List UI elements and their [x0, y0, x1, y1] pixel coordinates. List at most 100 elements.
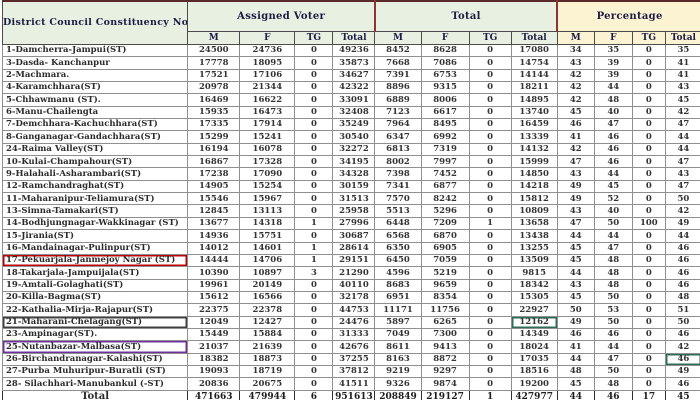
cell-pct-f: 44 [594, 82, 632, 94]
cell-tot-f: 7319 [421, 143, 469, 155]
constituency-name: 6-Manu-Chailengta [3, 106, 188, 118]
cell-av-total: 30687 [333, 230, 375, 242]
cell-av-m: 15299 [188, 131, 240, 143]
constituency-name: 26-Birchandranagar-Kalashi(ST) [3, 353, 188, 365]
total-cell-pct-m: 44 [557, 390, 594, 400]
cell-av-total: 44753 [333, 304, 375, 316]
table-row: 1-Damcherra-Jampui(ST)245002473604923684… [3, 45, 700, 57]
constituency-name: 17-Pekuarjala-Janmejoy Nagar (ST) [3, 254, 188, 266]
cell-av-total: 42676 [333, 341, 375, 353]
table-row: 6-Manu-Chailengta15935164730324087123661… [3, 106, 700, 118]
cell-pct-m: 43 [557, 57, 594, 69]
cell-av-m: 17238 [188, 168, 240, 180]
cell-pct-f: 35 [594, 45, 632, 57]
constituency-name: 4-Karamchhara(ST) [3, 82, 188, 94]
cell-tot-total: 15812 [511, 193, 557, 205]
table-row: 3-Dasda- Kanchanpur177781809503587376687… [3, 57, 700, 69]
cell-av-total: 37255 [333, 353, 375, 365]
group-header-row: District Council Constituency No. & Name… [3, 1, 700, 32]
cell-av-f: 16078 [240, 143, 295, 155]
table-row: 12-Ramchandraghat(ST)1490515254030159734… [3, 180, 700, 192]
cell-tot-f: 8628 [421, 45, 469, 57]
cell-av-m: 14905 [188, 180, 240, 192]
voter-statistics-page: District Council Constituency No. & Name… [0, 0, 700, 400]
cell-pct-m: 48 [557, 365, 594, 377]
table-row: 7-Demchhara-Kachuchhara(ST)1733517914035… [3, 119, 700, 131]
cell-pct-m: 45 [557, 242, 594, 254]
cell-tot-tg: 0 [469, 291, 511, 303]
column-header-constituency: District Council Constituency No. & Name [3, 1, 188, 45]
cell-tot-total: 10809 [511, 205, 557, 217]
cell-tot-tg: 0 [469, 378, 511, 390]
constituency-name: 9-Halahali-Asharambari(ST) [3, 168, 188, 180]
cell-av-f: 15241 [240, 131, 295, 143]
cell-av-tg: 0 [295, 168, 333, 180]
cell-tot-tg: 0 [469, 143, 511, 155]
constituency-name: 23-Ampinagar(ST). [3, 328, 188, 340]
cell-av-m: 15546 [188, 193, 240, 205]
cell-tot-f: 8872 [421, 353, 469, 365]
cell-av-tg: 1 [295, 254, 333, 266]
table-row: 28- Silachhari-Manubankul (-ST)208362067… [3, 378, 700, 390]
cell-pct-f: 52 [594, 193, 632, 205]
subheader-av-tg: TG [295, 32, 333, 45]
constituency-name: 11-Maharanipur-Teliamura(ST) [3, 193, 188, 205]
cell-av-m: 12845 [188, 205, 240, 217]
cell-pct-tg: 0 [632, 242, 665, 254]
cell-tot-tg: 0 [469, 106, 511, 118]
cell-tot-tg: 0 [469, 82, 511, 94]
cell-pct-total: 45 [665, 94, 700, 106]
cell-pct-tg: 0 [632, 82, 665, 94]
constituency-name: 5-Chhawmanu (ST). [3, 94, 188, 106]
cell-tot-f: 6905 [421, 242, 469, 254]
cell-av-total: 32178 [333, 291, 375, 303]
cell-av-m: 15935 [188, 106, 240, 118]
cell-tot-total: 14850 [511, 168, 557, 180]
cell-av-f: 20675 [240, 378, 295, 390]
cell-pct-f: 46 [594, 143, 632, 155]
cell-pct-total: 49 [665, 365, 700, 377]
cell-pct-total: 50 [665, 193, 700, 205]
cell-tot-f: 11756 [421, 304, 469, 316]
cell-pct-tg: 0 [632, 341, 665, 353]
cell-pct-total: 42 [665, 341, 700, 353]
cell-pct-tg: 0 [632, 365, 665, 377]
cell-av-total: 30540 [333, 131, 375, 143]
cell-av-tg: 0 [295, 106, 333, 118]
cell-pct-tg: 0 [632, 328, 665, 340]
cell-pct-m: 45 [557, 106, 594, 118]
cell-av-m: 14936 [188, 230, 240, 242]
cell-av-m: 22375 [188, 304, 240, 316]
cell-av-f: 10897 [240, 267, 295, 279]
cell-tot-tg: 0 [469, 119, 511, 131]
cell-tot-f: 9413 [421, 341, 469, 353]
cell-tot-f: 6992 [421, 131, 469, 143]
cell-pct-f: 48 [594, 94, 632, 106]
cell-pct-tg: 0 [632, 156, 665, 168]
cell-tot-f: 5219 [421, 267, 469, 279]
cell-av-f: 16473 [240, 106, 295, 118]
table-row: 10-Kulai-Champahour(ST)16867173280341958… [3, 156, 700, 168]
cell-tot-m: 7341 [375, 180, 421, 192]
cell-pct-f: 48 [594, 254, 632, 266]
cell-tot-tg: 0 [469, 94, 511, 106]
cell-av-m: 21037 [188, 341, 240, 353]
cell-av-tg: 0 [295, 205, 333, 217]
table-row: 20-Killa-Bagma(ST)1561216566032178695183… [3, 291, 700, 303]
cell-pct-total: 44 [665, 230, 700, 242]
total-cell-av-f: 479944 [240, 390, 295, 400]
table-row: 8-Ganganagar-Gandachhara(ST)152991524103… [3, 131, 700, 143]
cell-pct-m: 34 [557, 45, 594, 57]
cell-av-f: 15967 [240, 193, 295, 205]
constituency-name: 10-Kulai-Champahour(ST) [3, 156, 188, 168]
table-row: 11-Maharanipur-Teliamura(ST)155461596703… [3, 193, 700, 205]
cell-av-tg: 1 [295, 217, 333, 229]
cell-pct-total: 35 [665, 45, 700, 57]
subheader-av-f: F [240, 32, 295, 45]
cell-av-tg: 0 [295, 69, 333, 81]
total-cell-av-tg: 6 [295, 390, 333, 400]
cell-pct-total: 46 [665, 328, 700, 340]
cell-av-total: 32408 [333, 106, 375, 118]
cell-pct-m: 49 [557, 316, 594, 328]
total-cell-tot-tg: 1 [469, 390, 511, 400]
